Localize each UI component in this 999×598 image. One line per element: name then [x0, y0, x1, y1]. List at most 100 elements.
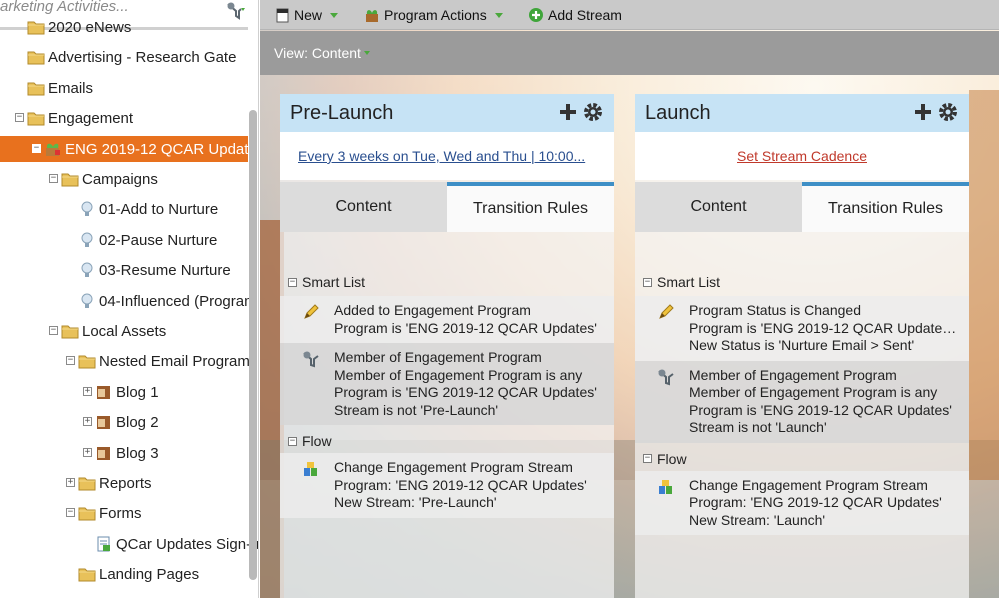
expand-icon[interactable]: +: [83, 417, 92, 427]
collapse-icon[interactable]: −: [643, 454, 652, 463]
tree-item[interactable]: 01-Add to Nurture: [0, 196, 248, 222]
tree-item-label: Blog 3: [116, 444, 159, 462]
folder-icon: [78, 566, 96, 582]
stream-header-actions: [913, 101, 959, 126]
flow-label: Flow: [302, 433, 332, 449]
expand-icon[interactable]: +: [83, 386, 92, 396]
smart-list-filter[interactable]: Program Status is Changed Program is 'ENG…: [635, 296, 969, 361]
tree-item-label: 04-Influenced (Program: [99, 292, 257, 310]
smart-list-header[interactable]: − Smart List: [643, 274, 720, 290]
program-actions-button[interactable]: Program Actions: [364, 5, 503, 25]
tab-content[interactable]: Content: [635, 182, 802, 232]
search-input[interactable]: arketing Activities...: [0, 0, 129, 15]
tree-item[interactable]: + Blog 2: [0, 409, 248, 435]
add-content-icon[interactable]: [558, 101, 578, 126]
sidebar-scrollbar[interactable]: [249, 110, 257, 580]
tree-item[interactable]: 2020 eNews: [0, 14, 248, 40]
rule-line: Member of Engagement Program: [689, 366, 897, 383]
gear-icon[interactable]: [582, 101, 604, 126]
smart-list-filter[interactable]: Member of Engagement Program Member of En…: [635, 360, 969, 443]
program-actions-icon: [366, 10, 378, 22]
folder-icon: [78, 505, 96, 521]
folder-icon: [61, 171, 79, 187]
tree-item[interactable]: 04-Influenced (Program: [0, 288, 257, 314]
collapse-icon[interactable]: −: [49, 174, 58, 183]
smart-list-filter[interactable]: Member of Engagement Program Member of En…: [280, 343, 614, 425]
rule-line: Program is 'ENG 2019-12 QCAR Updates': [689, 401, 952, 418]
tree-item[interactable]: − Campaigns: [0, 166, 248, 192]
tree-item[interactable]: 03-Resume Nurture: [0, 257, 248, 283]
smart-list-header[interactable]: − Smart List: [288, 274, 365, 290]
expand-icon[interactable]: +: [83, 447, 92, 457]
cadence-link[interactable]: Set Stream Cadence: [635, 148, 969, 164]
collapse-icon[interactable]: −: [32, 143, 41, 153]
tab-content[interactable]: Content: [280, 182, 447, 232]
stream-title: Launch: [645, 102, 711, 124]
add-stream-button[interactable]: Add Stream: [528, 5, 622, 25]
rule-line: Program is 'ENG 2019-12 QCAR Updates': [334, 319, 597, 336]
add-icon: [529, 8, 543, 22]
rule-line: Member of Engagement Program: [334, 349, 542, 365]
tree-item[interactable]: − ENG 2019-12 QCAR Updates: [0, 135, 258, 162]
stream-header-actions: [558, 101, 604, 126]
smart-list-label: Smart List: [302, 274, 366, 290]
collapse-icon[interactable]: −: [643, 277, 652, 287]
folder-icon: [61, 323, 79, 339]
cadence-link[interactable]: Every 3 weeks on Tue, Wed and Thu | 10:0…: [280, 148, 614, 164]
collapse-icon[interactable]: −: [15, 113, 24, 123]
collapse-icon[interactable]: −: [288, 436, 297, 446]
flow-header[interactable]: − Flow: [288, 433, 332, 449]
tree-item[interactable]: + Blog 3: [0, 440, 248, 466]
tree-item-label: 01-Add to Nurture: [99, 201, 219, 219]
tree-item[interactable]: − Local Assets: [0, 318, 248, 344]
rule-line: Change Engagement Program Stream: [689, 476, 928, 493]
rule-line: Added to Engagement Program: [334, 302, 531, 318]
filter-icon: [657, 368, 675, 386]
tree-item-label: 03-Resume Nurture: [99, 262, 231, 280]
collapse-icon[interactable]: −: [288, 277, 297, 287]
new-label: New: [294, 7, 323, 23]
sidebar: arketing Activities... 2020 eNews Adverti…: [0, 0, 259, 598]
tree-item[interactable]: Emails: [0, 75, 248, 101]
rule-text: Added to Engagement Program Program is 'E…: [334, 302, 608, 337]
gear-icon[interactable]: [937, 101, 959, 126]
flow-step[interactable]: Change Engagement Program Stream Program:…: [635, 470, 969, 535]
new-button[interactable]: New: [276, 5, 339, 25]
rule-line: Stream is not 'Launch': [689, 419, 827, 435]
tree-item[interactable]: + Reports: [0, 470, 248, 496]
tree-item[interactable]: + Blog 1: [0, 379, 248, 405]
engagement-program-icon: [44, 141, 62, 157]
email-program-icon: [95, 414, 113, 430]
tree-item[interactable]: − Engagement: [0, 105, 248, 131]
email-program-icon: [95, 445, 113, 461]
tree-item[interactable]: − Nested Email Programs: [0, 348, 257, 374]
email-program-icon: [95, 384, 113, 400]
chevron-down-icon: [363, 51, 370, 55]
collapse-icon[interactable]: −: [66, 356, 75, 366]
folder-icon: [78, 475, 96, 491]
flow-header[interactable]: − Flow: [643, 451, 687, 467]
rule-text: Change Engagement Program Stream Program:…: [334, 459, 608, 512]
new-doc-icon: [276, 8, 289, 23]
tree-item[interactable]: Landing Pages: [0, 561, 248, 587]
add-content-icon[interactable]: [913, 101, 933, 126]
collapse-icon[interactable]: −: [49, 326, 58, 335]
tree-item[interactable]: 02-Pause Nurture: [0, 227, 248, 253]
expand-icon[interactable]: +: [66, 478, 75, 487]
tree-item-label: Engagement: [48, 110, 134, 128]
smart-list-filter[interactable]: Added to Engagement Program Program is 'E…: [280, 296, 614, 343]
flow-step[interactable]: Change Engagement Program Stream Program:…: [280, 453, 614, 518]
tree-item[interactable]: − Forms: [0, 500, 248, 526]
collapse-icon[interactable]: −: [66, 508, 75, 518]
rule-text: Member of Engagement Program Member of En…: [689, 367, 963, 437]
add-stream-label: Add Stream: [548, 7, 622, 23]
tree-item-label: Landing Pages: [99, 566, 200, 584]
chevron-down-icon: [494, 12, 503, 18]
tree-item[interactable]: QCar Updates Sign-u: [0, 531, 258, 557]
tree-item[interactable]: Advertising - Research Gate: [0, 44, 248, 70]
tree-item-label: 2020 eNews: [48, 19, 132, 36]
tab-transition-rules[interactable]: Transition Rules: [802, 182, 969, 232]
tab-transition-rules[interactable]: Transition Rules: [447, 182, 614, 232]
view-selector[interactable]: View: Content: [274, 45, 370, 61]
tree-item-label: Nested Email Programs: [99, 353, 258, 371]
